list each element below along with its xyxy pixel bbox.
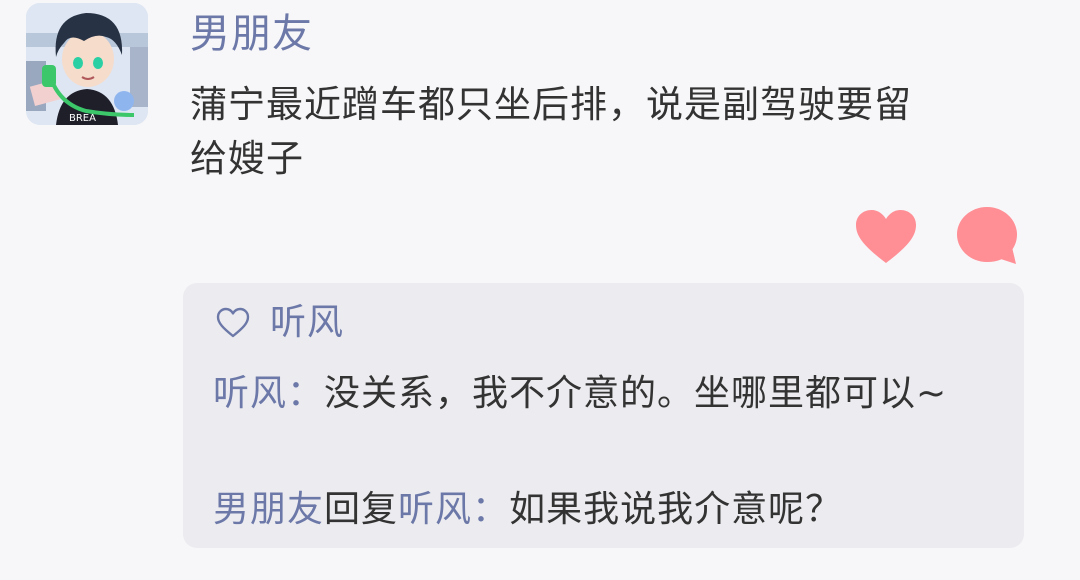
comment-item[interactable]: 听风：没关系，我不介意的。坐哪里都可以~	[213, 369, 998, 419]
moment-post: BREA 男朋友 蒲宁最近蹭车都只坐后排，说是副驾驶要留 给嫂子 听风 听风：没…	[0, 0, 1080, 580]
heart-icon[interactable]	[855, 209, 917, 265]
comment-text: 如果我说我介意呢？	[509, 489, 843, 530]
post-author[interactable]: 男朋友	[190, 8, 313, 60]
liker-name[interactable]: 听风	[270, 301, 344, 345]
reply-word: 回复	[324, 489, 399, 530]
likes-row: 听风	[216, 301, 344, 345]
heart-outline-icon	[216, 307, 250, 338]
speech-bubble-icon[interactable]	[956, 206, 1018, 266]
svg-text:BREA: BREA	[69, 113, 96, 124]
comment-author[interactable]: 男朋友	[213, 489, 324, 530]
comment-separator: ：	[472, 489, 510, 530]
anime-boy-avatar-icon: BREA	[26, 3, 148, 125]
comment-author[interactable]: 听风	[213, 373, 287, 414]
comment-panel: 听风 听风：没关系，我不介意的。坐哪里都可以~ 男朋友回复听风：如果我说我介意呢…	[183, 283, 1024, 548]
reply-target[interactable]: 听风	[398, 489, 472, 530]
comment-text: 没关系，我不介意的。坐哪里都可以~	[324, 373, 948, 414]
post-content: 蒲宁最近蹭车都只坐后排，说是副驾驶要留 给嫂子	[190, 83, 912, 180]
comment-item[interactable]: 男朋友回复听风：如果我说我介意呢？	[213, 485, 998, 535]
comment-separator: ：	[287, 373, 325, 414]
avatar[interactable]: BREA	[26, 3, 148, 125]
